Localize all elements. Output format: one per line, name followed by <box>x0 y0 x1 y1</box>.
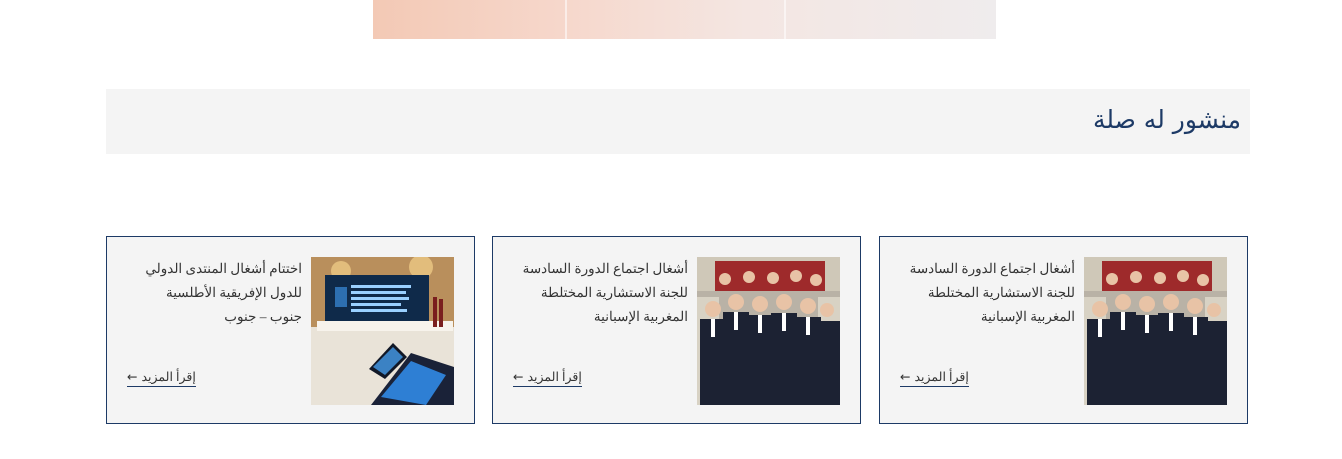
related-post-card[interactable]: أشغال اجتماع الدورة السادسة للجنة الاستش… <box>879 236 1248 424</box>
page: منشور له صلة أشغال اجتماع الدورة السادسة… <box>0 0 1342 459</box>
related-post-card[interactable]: أشغال اجتماع الدورة السادسة للجنة الاستش… <box>492 236 861 424</box>
read-more-link[interactable]: إقرأ المزيد← <box>900 369 969 387</box>
read-more-label: إقرأ المزيد <box>141 370 196 384</box>
arrow-left-icon: ← <box>900 369 911 384</box>
read-more-label: إقرأ المزيد <box>527 370 582 384</box>
related-posts-header: منشور له صلة <box>106 89 1250 154</box>
read-more-label: إقرأ المزيد <box>914 370 969 384</box>
arrow-left-icon: ← <box>513 369 524 384</box>
post-title[interactable]: اختتام أشغال المنتدى الدولي للدول الإفري… <box>132 257 302 329</box>
post-thumbnail[interactable] <box>1084 257 1227 405</box>
conference-hall-photo-image <box>311 257 454 405</box>
related-post-card[interactable]: اختتام أشغال المنتدى الدولي للدول الإفري… <box>106 236 475 424</box>
post-thumbnail[interactable] <box>697 257 840 405</box>
read-more-link[interactable]: إقرأ المزيد← <box>127 369 196 387</box>
post-thumbnail[interactable] <box>311 257 454 405</box>
hero-image <box>373 0 996 39</box>
read-more-link[interactable]: إقرأ المزيد← <box>513 369 582 387</box>
related-posts-title: منشور له صلة <box>1092 105 1241 134</box>
arrow-left-icon: ← <box>127 369 138 384</box>
post-title[interactable]: أشغال اجتماع الدورة السادسة للجنة الاستش… <box>518 257 688 329</box>
group-photo-image <box>1084 257 1227 405</box>
post-title[interactable]: أشغال اجتماع الدورة السادسة للجنة الاستش… <box>905 257 1075 329</box>
group-photo-image <box>697 257 840 405</box>
